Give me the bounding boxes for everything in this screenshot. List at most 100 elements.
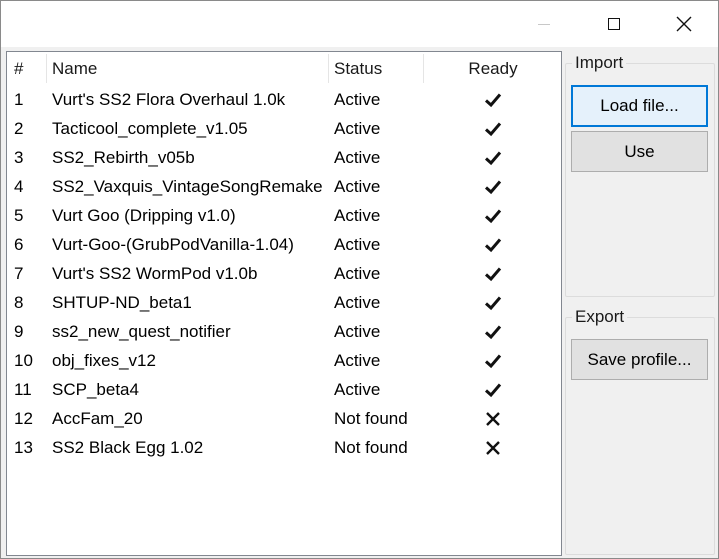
title-bar[interactable] [1, 1, 718, 47]
mod-name: AccFam_20 [52, 409, 143, 428]
row-number: 2 [14, 119, 24, 138]
column-divider[interactable] [46, 54, 47, 83]
check-icon [484, 209, 502, 223]
row-number: 7 [14, 264, 24, 283]
mod-name: Tacticool_complete_v1.05 [52, 119, 248, 138]
row-number: 1 [14, 90, 24, 109]
load-file-button[interactable]: Load file... [571, 85, 708, 127]
mod-status: Active [334, 293, 381, 312]
mod-list[interactable]: # Name Status Ready 1 Vurt's SS2 Flora Ov… [6, 51, 562, 556]
ready-indicator [427, 404, 559, 433]
column-header-name[interactable]: Name [52, 52, 97, 85]
mod-status: Active [334, 90, 381, 109]
table-row[interactable]: 1 Vurt's SS2 Flora Overhaul 1.0k Active [7, 85, 561, 114]
column-header-number[interactable]: # [14, 52, 23, 85]
table-row[interactable]: 13 SS2 Black Egg 1.02 Not found [7, 433, 561, 462]
mod-status: Active [334, 380, 381, 399]
table-row[interactable]: 5 Vurt Goo (Dripping v1.0) Active [7, 201, 561, 230]
maximize-button[interactable] [591, 1, 637, 47]
mod-status: Active [334, 206, 381, 225]
row-number: 8 [14, 293, 24, 312]
mod-name: SCP_beta4 [52, 380, 139, 399]
close-icon [676, 16, 692, 32]
ready-indicator [427, 317, 559, 346]
check-icon [484, 325, 502, 339]
mod-name: SS2_Rebirth_v05b [52, 148, 195, 167]
mod-name: SS2 Black Egg 1.02 [52, 438, 204, 457]
app-window: # Name Status Ready 1 Vurt's SS2 Flora Ov… [0, 0, 719, 559]
row-number: 11 [14, 380, 32, 399]
ready-indicator [427, 433, 559, 462]
column-divider[interactable] [423, 54, 424, 83]
ready-indicator [427, 259, 559, 288]
row-number: 9 [14, 322, 24, 341]
save-profile-button[interactable]: Save profile... [571, 339, 708, 380]
check-icon [484, 93, 502, 107]
mod-name: Vurt-Goo-(GrubPodVanilla-1.04) [52, 235, 294, 254]
ready-indicator [427, 375, 559, 404]
mod-status: Active [334, 264, 381, 283]
table-row[interactable]: 11 SCP_beta4 Active [7, 375, 561, 404]
export-group-title: Export [572, 307, 628, 327]
mod-name: ss2_new_quest_notifier [52, 322, 231, 341]
mod-status: Active [334, 148, 381, 167]
ready-indicator [427, 143, 559, 172]
row-number: 4 [14, 177, 24, 196]
mod-name: SHTUP-ND_beta1 [52, 293, 192, 312]
column-divider[interactable] [328, 54, 329, 83]
minimize-button[interactable] [521, 1, 567, 47]
check-icon [484, 151, 502, 165]
table-row[interactable]: 7 Vurt's SS2 WormPod v1.0b Active [7, 259, 561, 288]
mod-name: Vurt's SS2 WormPod v1.0b [52, 264, 258, 283]
row-number: 12 [14, 409, 33, 428]
table-row[interactable]: 4 SS2_Vaxquis_VintageSongRemake Active [7, 172, 561, 201]
ready-indicator [427, 230, 559, 259]
ready-indicator [427, 114, 559, 143]
cross-icon [486, 440, 500, 455]
minimize-icon [538, 23, 550, 25]
list-header: # Name Status Ready [7, 52, 561, 85]
use-button[interactable]: Use [571, 131, 708, 172]
mod-status: Active [334, 235, 381, 254]
check-icon [484, 296, 502, 310]
mod-status: Active [334, 351, 381, 370]
mod-name: Vurt Goo (Dripping v1.0) [52, 206, 236, 225]
row-number: 5 [14, 206, 24, 225]
ready-indicator [427, 85, 559, 114]
mod-name: Vurt's SS2 Flora Overhaul 1.0k [52, 90, 286, 109]
ready-indicator [427, 201, 559, 230]
table-row[interactable]: 8 SHTUP-ND_beta1 Active [7, 288, 561, 317]
table-row[interactable]: 3 SS2_Rebirth_v05b Active [7, 143, 561, 172]
mod-name: obj_fixes_v12 [52, 351, 156, 370]
mod-status: Active [334, 119, 381, 138]
column-header-status[interactable]: Status [334, 52, 382, 85]
mod-name: SS2_Vaxquis_VintageSongRemake [52, 177, 323, 196]
row-number: 6 [14, 235, 24, 254]
check-icon [484, 180, 502, 194]
mod-status: Not found [334, 409, 408, 428]
check-icon [484, 354, 502, 368]
row-number: 13 [14, 438, 33, 457]
table-row[interactable]: 2 Tacticool_complete_v1.05 Active [7, 114, 561, 143]
table-row[interactable]: 6 Vurt-Goo-(GrubPodVanilla-1.04) Active [7, 230, 561, 259]
table-row[interactable]: 12 AccFam_20 Not found [7, 404, 561, 433]
cross-icon [486, 411, 500, 426]
check-icon [484, 238, 502, 252]
row-number: 10 [14, 351, 33, 370]
row-number: 3 [14, 148, 24, 167]
mod-status: Active [334, 177, 381, 196]
import-group-title: Import [572, 53, 627, 73]
mod-status: Not found [334, 438, 408, 457]
ready-indicator [427, 172, 559, 201]
mod-status: Active [334, 322, 381, 341]
maximize-icon [608, 18, 620, 30]
check-icon [484, 122, 502, 136]
check-icon [484, 383, 502, 397]
column-header-ready[interactable]: Ready [427, 52, 559, 85]
close-button[interactable] [661, 1, 707, 47]
ready-indicator [427, 288, 559, 317]
table-row[interactable]: 9 ss2_new_quest_notifier Active [7, 317, 561, 346]
table-row[interactable]: 10 obj_fixes_v12 Active [7, 346, 561, 375]
ready-indicator [427, 346, 559, 375]
check-icon [484, 267, 502, 281]
